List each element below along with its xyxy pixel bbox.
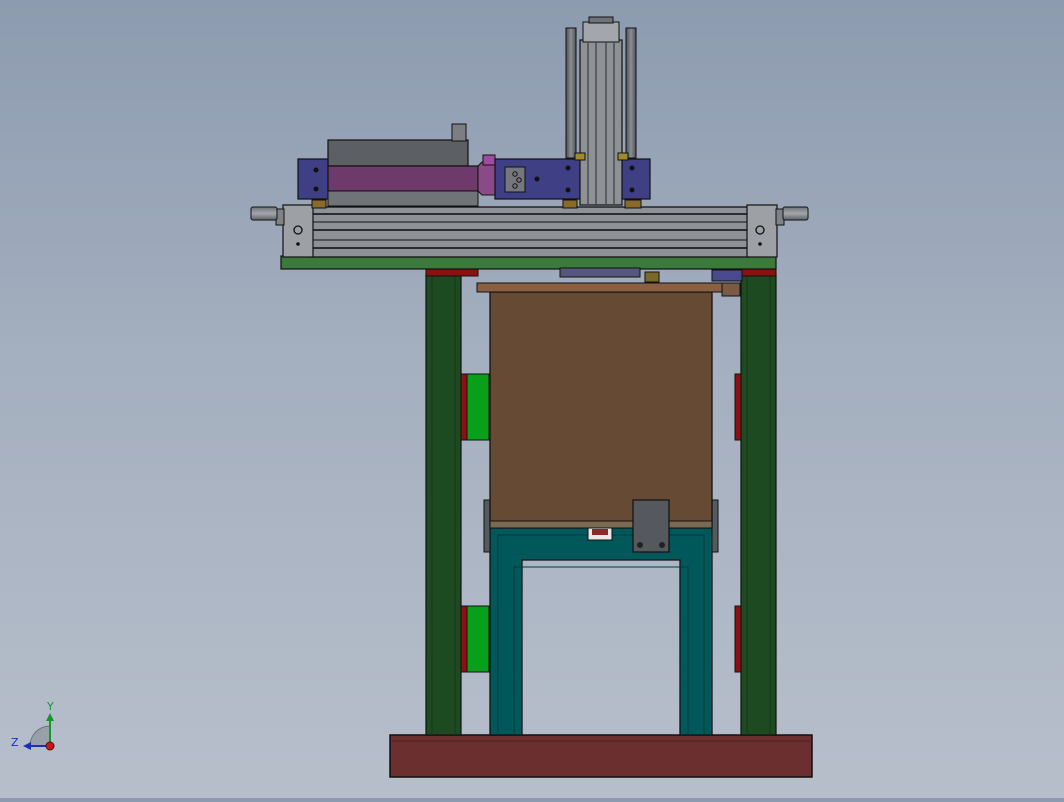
cad-viewport[interactable]: Y Z <box>0 0 1064 798</box>
left-guide-block-lower <box>460 605 490 673</box>
push-cylinder-carriage <box>297 123 496 207</box>
machine-assembly-drawing: Y Z <box>11 16 813 778</box>
right-guide-block-upper <box>734 373 742 441</box>
container-box <box>476 282 741 529</box>
triad-y-label: Y <box>46 700 54 713</box>
right-frame-post <box>721 267 777 736</box>
right-guide-block-lower <box>734 605 742 673</box>
top-mounting-plate <box>280 255 777 283</box>
left-guide-block-upper <box>460 373 490 441</box>
base-plate <box>389 734 813 778</box>
triad-z-arrow-icon <box>23 742 31 750</box>
slider-carriage <box>494 158 651 200</box>
orientation-triad[interactable]: Y Z <box>11 700 55 751</box>
triad-z-label: Z <box>11 736 19 749</box>
triad-origin-icon <box>45 741 55 751</box>
triad-y-arrow-icon <box>46 713 54 721</box>
rodless-cylinder-rail <box>250 204 809 258</box>
